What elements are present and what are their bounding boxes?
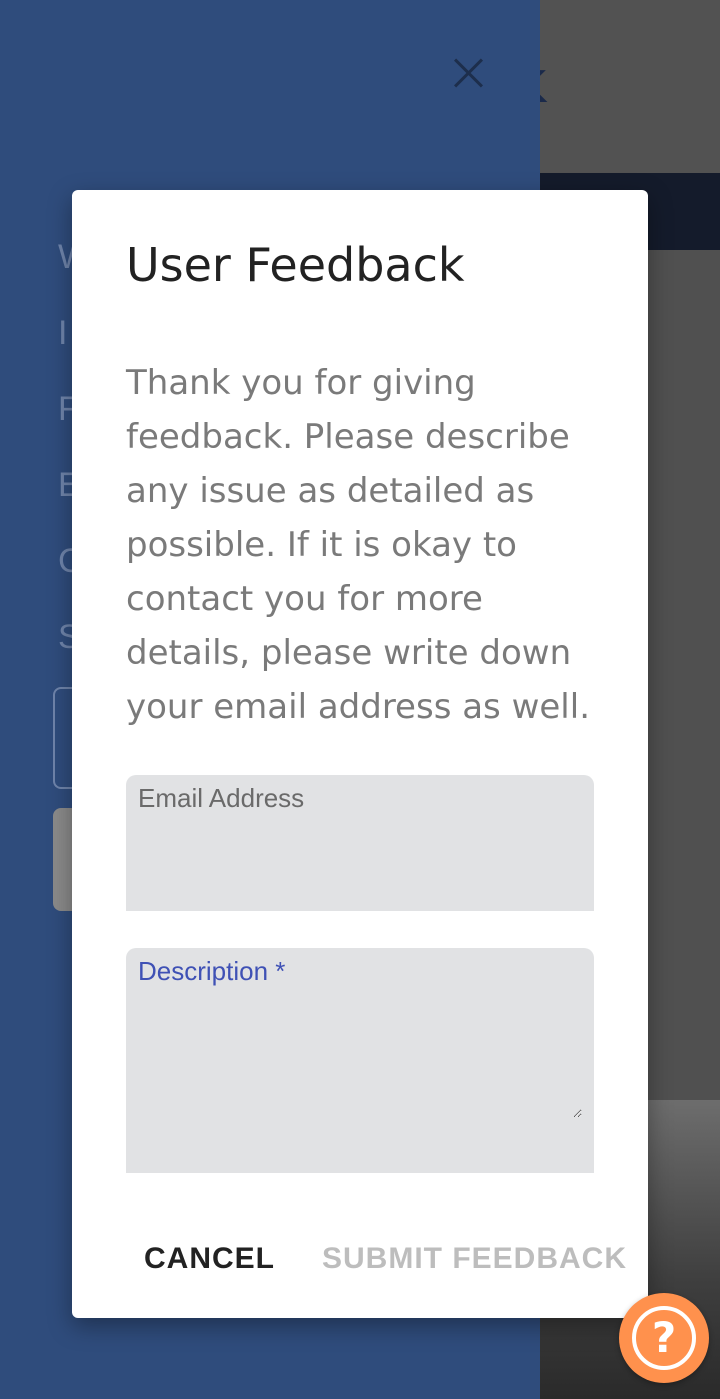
email-field[interactable]: Email Address xyxy=(126,775,594,911)
description-field[interactable]: Description * xyxy=(126,948,594,1173)
cancel-button[interactable]: CANCEL xyxy=(144,1242,275,1276)
email-field-label: Email Address xyxy=(138,783,305,813)
dialog-description-text: Thank you for giving feedback. Please de… xyxy=(126,363,590,727)
close-icon[interactable] xyxy=(448,52,488,92)
question-icon: ? xyxy=(632,1306,696,1370)
description-field-label: Description * xyxy=(138,956,286,986)
background-header: K xyxy=(512,0,720,173)
submit-feedback-button[interactable]: SUBMIT FEEDBACK xyxy=(322,1242,627,1276)
email-input[interactable] xyxy=(138,821,582,852)
dialog-title: User Feedback xyxy=(126,238,465,292)
description-input[interactable] xyxy=(138,994,582,1118)
help-button[interactable]: ? xyxy=(619,1293,709,1383)
feedback-dialog: User Feedback Thank you for giving feedb… xyxy=(72,190,648,1318)
drawer-item-2[interactable]: I xyxy=(58,314,67,353)
